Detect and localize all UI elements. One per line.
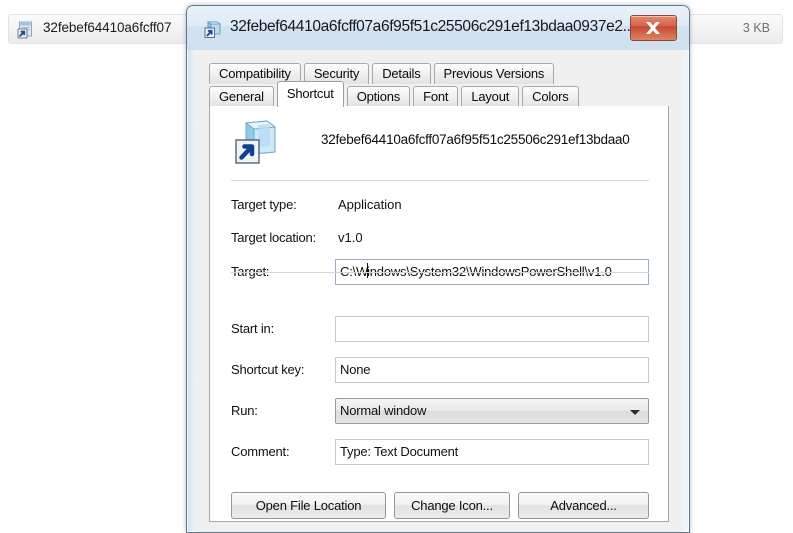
powershell-shortcut-icon: [234, 116, 282, 164]
comment-label: Comment:: [231, 444, 290, 459]
shortcut-tab-page: 32febef64410a6fcff07a6f95f51c25506c291ef…: [209, 106, 669, 522]
row-shortcut-key: Shortcut key: None: [210, 357, 668, 383]
divider-top: [231, 180, 649, 181]
row-start-in: Start in:: [210, 316, 668, 342]
open-file-location-button[interactable]: Open File Location: [231, 492, 386, 519]
dialog-titlebar[interactable]: 32febef64410a6fcff07a6f95f51c25506c291ef…: [187, 6, 689, 50]
tab-options[interactable]: Options: [346, 86, 411, 107]
run-selected-value: Normal window: [340, 403, 427, 418]
row-run: Run: Normal window: [210, 398, 668, 424]
file-size-label: 3 KB: [742, 21, 770, 35]
properties-dialog: 32febef64410a6fcff07a6f95f51c25506c291ef…: [186, 5, 690, 533]
run-dropdown[interactable]: Normal window: [335, 398, 649, 424]
tab-shortcut[interactable]: Shortcut: [276, 81, 344, 107]
row-target-location: Target location: v1.0: [210, 227, 668, 251]
tab-colors[interactable]: Colors: [522, 86, 579, 107]
tab-previous-versions[interactable]: Previous Versions: [433, 63, 555, 84]
divider-middle: [231, 272, 649, 273]
target-type-value: Application: [338, 197, 402, 212]
tabstrip: Compatibility Security Details Previous …: [209, 61, 669, 107]
shortcut-file-icon: [204, 19, 224, 39]
shortcut-name-label: 32febef64410a6fcff07a6f95f51c25506c291ef…: [321, 132, 630, 147]
shortcut-key-label: Shortcut key:: [231, 362, 305, 377]
row-comment: Comment: Type: Text Document: [210, 439, 668, 465]
text-document-shortcut-icon: [17, 20, 36, 39]
close-icon[interactable]: [630, 15, 677, 41]
target-type-label: Target type:: [231, 197, 297, 212]
file-name-label: 32febef64410a6fcff07: [43, 20, 172, 35]
row-target: Target: C:\Windows\System32\WindowsPower…: [210, 259, 668, 285]
row-target-type: Target type: Application: [210, 194, 668, 218]
run-label: Run:: [231, 403, 258, 418]
shortcut-header: 32febef64410a6fcff07a6f95f51c25506c291ef…: [210, 106, 668, 178]
dialog-client-area: Compatibility Security Details Previous …: [195, 50, 683, 532]
tab-font[interactable]: Font: [413, 86, 459, 107]
tab-layout[interactable]: Layout: [461, 86, 520, 107]
chevron-down-icon: [630, 410, 640, 415]
dialog-title: 32febef64410a6fcff07a6f95f51c25506c291ef…: [230, 18, 635, 35]
change-icon-button[interactable]: Change Icon...: [394, 492, 510, 519]
advanced-button[interactable]: Advanced...: [518, 492, 649, 519]
start-in-label: Start in:: [231, 321, 274, 336]
target-location-label: Target location:: [231, 230, 316, 245]
button-bar: Open File Location Change Icon... Advanc…: [210, 492, 668, 522]
tab-row-lower: General Shortcut Options Font Layout Col…: [209, 81, 669, 107]
tab-general[interactable]: General: [209, 86, 274, 107]
comment-input[interactable]: Type: Text Document: [335, 439, 649, 465]
tab-details[interactable]: Details: [372, 63, 431, 84]
target-location-value: v1.0: [338, 230, 363, 245]
shortcut-key-input[interactable]: None: [335, 357, 649, 383]
start-in-input[interactable]: [335, 316, 649, 342]
